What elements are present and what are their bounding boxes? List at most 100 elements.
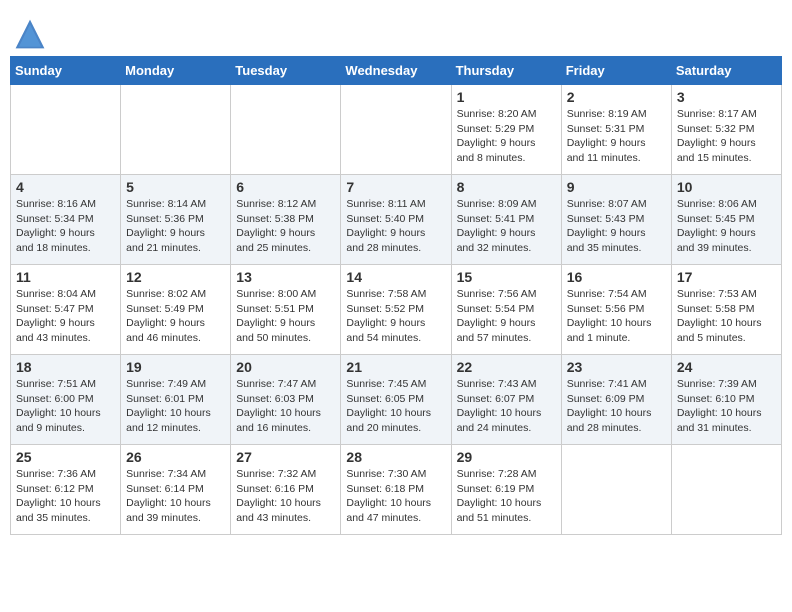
day-info: Sunrise: 7:36 AM Sunset: 6:12 PM Dayligh… <box>16 467 115 526</box>
header-friday: Friday <box>561 57 671 85</box>
day-info: Sunrise: 7:51 AM Sunset: 6:00 PM Dayligh… <box>16 377 115 436</box>
day-info: Sunrise: 7:49 AM Sunset: 6:01 PM Dayligh… <box>126 377 225 436</box>
calendar-cell: 25 Sunrise: 7:36 AM Sunset: 6:12 PM Dayli… <box>11 445 121 535</box>
day-number: 21 <box>346 359 445 375</box>
calendar-cell: 20 Sunrise: 7:47 AM Sunset: 6:03 PM Dayli… <box>231 355 341 445</box>
calendar-cell: 7 Sunrise: 8:11 AM Sunset: 5:40 PM Daylig… <box>341 175 451 265</box>
calendar-cell <box>671 445 781 535</box>
day-number: 7 <box>346 179 445 195</box>
day-info: Sunrise: 7:43 AM Sunset: 6:07 PM Dayligh… <box>457 377 556 436</box>
calendar-week-5: 25 Sunrise: 7:36 AM Sunset: 6:12 PM Dayli… <box>11 445 782 535</box>
calendar-cell: 15 Sunrise: 7:56 AM Sunset: 5:54 PM Dayli… <box>451 265 561 355</box>
day-info: Sunrise: 7:34 AM Sunset: 6:14 PM Dayligh… <box>126 467 225 526</box>
day-number: 17 <box>677 269 776 285</box>
day-info: Sunrise: 8:04 AM Sunset: 5:47 PM Dayligh… <box>16 287 115 346</box>
day-number: 18 <box>16 359 115 375</box>
header-monday: Monday <box>121 57 231 85</box>
calendar-cell: 11 Sunrise: 8:04 AM Sunset: 5:47 PM Dayli… <box>11 265 121 355</box>
day-number: 14 <box>346 269 445 285</box>
day-info: Sunrise: 7:58 AM Sunset: 5:52 PM Dayligh… <box>346 287 445 346</box>
day-info: Sunrise: 8:07 AM Sunset: 5:43 PM Dayligh… <box>567 197 666 256</box>
day-info: Sunrise: 8:02 AM Sunset: 5:49 PM Dayligh… <box>126 287 225 346</box>
logo <box>14 18 50 50</box>
day-info: Sunrise: 8:09 AM Sunset: 5:41 PM Dayligh… <box>457 197 556 256</box>
day-info: Sunrise: 8:00 AM Sunset: 5:51 PM Dayligh… <box>236 287 335 346</box>
calendar-cell: 24 Sunrise: 7:39 AM Sunset: 6:10 PM Dayli… <box>671 355 781 445</box>
day-info: Sunrise: 7:39 AM Sunset: 6:10 PM Dayligh… <box>677 377 776 436</box>
header-sunday: Sunday <box>11 57 121 85</box>
day-number: 9 <box>567 179 666 195</box>
calendar-cell: 19 Sunrise: 7:49 AM Sunset: 6:01 PM Dayli… <box>121 355 231 445</box>
day-info: Sunrise: 7:47 AM Sunset: 6:03 PM Dayligh… <box>236 377 335 436</box>
calendar-cell: 23 Sunrise: 7:41 AM Sunset: 6:09 PM Dayli… <box>561 355 671 445</box>
day-info: Sunrise: 8:14 AM Sunset: 5:36 PM Dayligh… <box>126 197 225 256</box>
day-info: Sunrise: 8:11 AM Sunset: 5:40 PM Dayligh… <box>346 197 445 256</box>
page-header <box>10 10 782 50</box>
day-number: 6 <box>236 179 335 195</box>
calendar-cell: 17 Sunrise: 7:53 AM Sunset: 5:58 PM Dayli… <box>671 265 781 355</box>
day-info: Sunrise: 7:28 AM Sunset: 6:19 PM Dayligh… <box>457 467 556 526</box>
calendar-cell: 27 Sunrise: 7:32 AM Sunset: 6:16 PM Dayli… <box>231 445 341 535</box>
day-number: 23 <box>567 359 666 375</box>
calendar-week-4: 18 Sunrise: 7:51 AM Sunset: 6:00 PM Dayli… <box>11 355 782 445</box>
day-info: Sunrise: 8:06 AM Sunset: 5:45 PM Dayligh… <box>677 197 776 256</box>
day-number: 22 <box>457 359 556 375</box>
day-number: 3 <box>677 89 776 105</box>
day-info: Sunrise: 7:30 AM Sunset: 6:18 PM Dayligh… <box>346 467 445 526</box>
calendar-cell: 1 Sunrise: 8:20 AM Sunset: 5:29 PM Daylig… <box>451 85 561 175</box>
day-info: Sunrise: 7:53 AM Sunset: 5:58 PM Dayligh… <box>677 287 776 346</box>
day-number: 4 <box>16 179 115 195</box>
calendar-cell <box>341 85 451 175</box>
calendar-cell: 29 Sunrise: 7:28 AM Sunset: 6:19 PM Dayli… <box>451 445 561 535</box>
day-info: Sunrise: 8:19 AM Sunset: 5:31 PM Dayligh… <box>567 107 666 166</box>
day-number: 28 <box>346 449 445 465</box>
day-number: 2 <box>567 89 666 105</box>
day-info: Sunrise: 8:20 AM Sunset: 5:29 PM Dayligh… <box>457 107 556 166</box>
day-number: 8 <box>457 179 556 195</box>
calendar-cell: 26Sunrise: 7:34 AM Sunset: 6:14 PM Dayli… <box>121 445 231 535</box>
calendar-table: SundayMondayTuesdayWednesdayThursdayFrid… <box>10 56 782 535</box>
day-number: 19 <box>126 359 225 375</box>
calendar-cell: 21Sunrise: 7:45 AM Sunset: 6:05 PM Dayli… <box>341 355 451 445</box>
day-number: 10 <box>677 179 776 195</box>
day-info: Sunrise: 8:17 AM Sunset: 5:32 PM Dayligh… <box>677 107 776 166</box>
day-number: 24 <box>677 359 776 375</box>
calendar-cell: 5 Sunrise: 8:14 AM Sunset: 5:36 PM Daylig… <box>121 175 231 265</box>
day-info: Sunrise: 7:54 AM Sunset: 5:56 PM Dayligh… <box>567 287 666 346</box>
calendar-cell: 13 Sunrise: 8:00 AM Sunset: 5:51 PM Dayli… <box>231 265 341 355</box>
header-wednesday: Wednesday <box>341 57 451 85</box>
day-number: 1 <box>457 89 556 105</box>
day-number: 13 <box>236 269 335 285</box>
calendar-cell: 12 Sunrise: 8:02 AM Sunset: 5:49 PM Dayli… <box>121 265 231 355</box>
day-info: Sunrise: 7:32 AM Sunset: 6:16 PM Dayligh… <box>236 467 335 526</box>
logo-icon <box>14 18 46 50</box>
day-info: Sunrise: 8:16 AM Sunset: 5:34 PM Dayligh… <box>16 197 115 256</box>
day-number: 12 <box>126 269 225 285</box>
calendar-cell: 16Sunrise: 7:54 AM Sunset: 5:56 PM Dayli… <box>561 265 671 355</box>
day-number: 5 <box>126 179 225 195</box>
calendar-cell: 3 Sunrise: 8:17 AM Sunset: 5:32 PM Daylig… <box>671 85 781 175</box>
calendar-cell: 4 Sunrise: 8:16 AM Sunset: 5:34 PM Daylig… <box>11 175 121 265</box>
calendar-week-1: 1 Sunrise: 8:20 AM Sunset: 5:29 PM Daylig… <box>11 85 782 175</box>
header-tuesday: Tuesday <box>231 57 341 85</box>
header-saturday: Saturday <box>671 57 781 85</box>
calendar-cell: 8 Sunrise: 8:09 AM Sunset: 5:41 PM Daylig… <box>451 175 561 265</box>
day-info: Sunrise: 7:56 AM Sunset: 5:54 PM Dayligh… <box>457 287 556 346</box>
calendar-cell: 9 Sunrise: 8:07 AM Sunset: 5:43 PM Daylig… <box>561 175 671 265</box>
day-number: 29 <box>457 449 556 465</box>
day-number: 11 <box>16 269 115 285</box>
calendar-cell <box>11 85 121 175</box>
calendar-cell: 18 Sunrise: 7:51 AM Sunset: 6:00 PM Dayli… <box>11 355 121 445</box>
day-number: 20 <box>236 359 335 375</box>
calendar-cell <box>561 445 671 535</box>
calendar-cell: 6Sunrise: 8:12 AM Sunset: 5:38 PM Daylig… <box>231 175 341 265</box>
calendar-cell <box>121 85 231 175</box>
day-info: Sunrise: 7:41 AM Sunset: 6:09 PM Dayligh… <box>567 377 666 436</box>
day-number: 25 <box>16 449 115 465</box>
calendar-cell <box>231 85 341 175</box>
calendar-cell: 10 Sunrise: 8:06 AM Sunset: 5:45 PM Dayli… <box>671 175 781 265</box>
header-thursday: Thursday <box>451 57 561 85</box>
day-number: 15 <box>457 269 556 285</box>
calendar-week-2: 4 Sunrise: 8:16 AM Sunset: 5:34 PM Daylig… <box>11 175 782 265</box>
day-number: 27 <box>236 449 335 465</box>
